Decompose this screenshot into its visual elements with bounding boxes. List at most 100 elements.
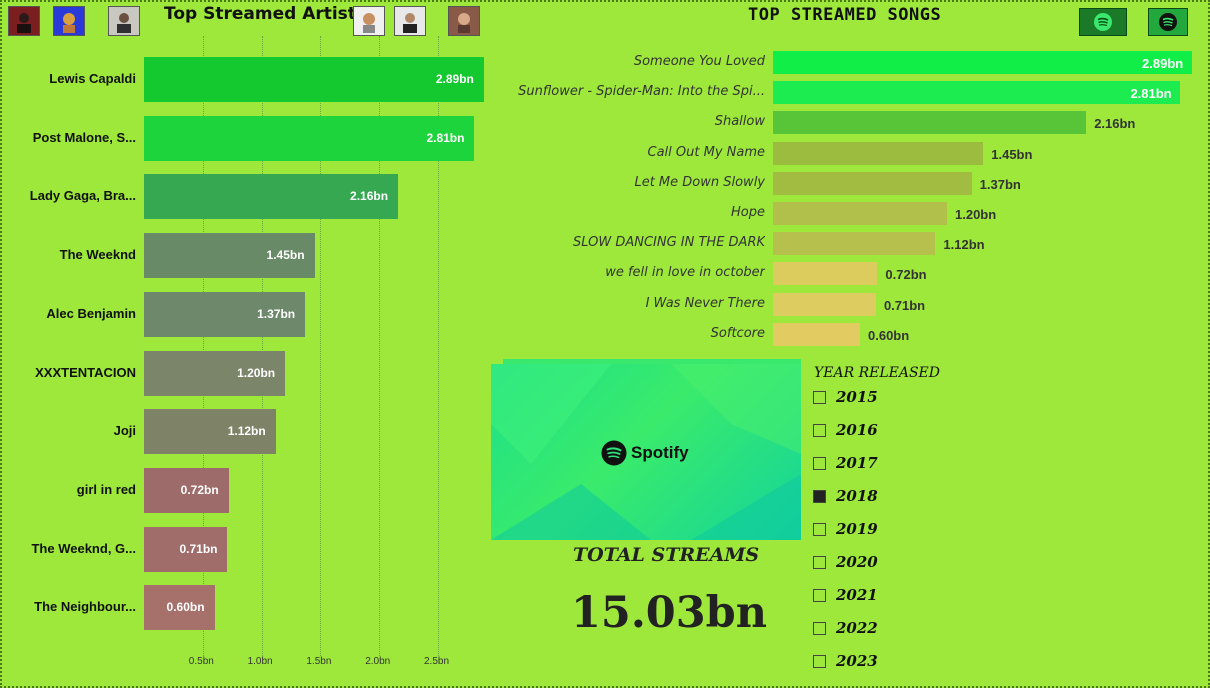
song-value-label: 2.81bn xyxy=(1130,86,1172,102)
year-filter-title: YEAR RELEASED xyxy=(814,365,940,381)
x-axis-tick: 0.5bn xyxy=(188,656,214,667)
year-label: 2022 xyxy=(836,619,878,637)
year-checkbox[interactable] xyxy=(813,489,826,503)
song-label: Hope xyxy=(731,205,765,220)
artist-value-label: 1.45bn xyxy=(266,248,305,263)
spotify-banner: Spotify xyxy=(491,364,801,540)
artist-label: girl in red xyxy=(76,481,136,497)
artist-value-label: 1.37bn xyxy=(257,306,296,321)
year-option[interactable]: 2019 xyxy=(813,520,878,538)
song-value-label: 1.20bn xyxy=(955,207,997,222)
song-value-label: 0.71bn xyxy=(883,297,926,313)
artist-value-label: 0.60bn xyxy=(166,600,205,615)
song-label: we fell in love in october xyxy=(605,265,765,281)
year-checkbox[interactable] xyxy=(813,390,826,404)
spotify-icon[interactable] xyxy=(1079,8,1127,36)
song-label: I Was Never There xyxy=(645,295,765,311)
total-streams-title: TOTAL STREAMS xyxy=(573,544,760,566)
songs-chart-title: TOP STREAMED SONGS xyxy=(748,5,942,25)
year-option[interactable]: 2018 xyxy=(813,487,878,505)
x-axis-tick: 1.5bn xyxy=(306,656,332,667)
artist-label: Post Malone, S... xyxy=(32,129,136,145)
artist-bar[interactable] xyxy=(144,57,484,102)
artist-photo-icon[interactable] xyxy=(353,6,385,36)
year-option[interactable]: 2015 xyxy=(813,388,878,406)
year-option[interactable]: 2016 xyxy=(813,421,878,439)
artists-chart-title: Top Streamed Artistes xyxy=(164,4,378,24)
year-option[interactable]: 2022 xyxy=(813,619,878,637)
year-checkbox[interactable] xyxy=(813,522,826,536)
x-axis-tick: 2.0bn xyxy=(365,656,391,667)
year-label: 2021 xyxy=(836,586,878,604)
artist-photo-icon[interactable] xyxy=(108,6,140,36)
artist-label: XXXTENTACION xyxy=(35,364,136,380)
song-bar[interactable] xyxy=(773,292,876,316)
artist-value-label: 1.12bn xyxy=(227,424,266,439)
year-checkbox[interactable] xyxy=(813,621,826,635)
song-bar[interactable] xyxy=(773,322,860,346)
year-label: 2017 xyxy=(836,454,878,472)
artist-label: The Neighbour... xyxy=(34,599,136,615)
song-label: Let Me Down Slowly xyxy=(634,174,765,190)
song-bar[interactable] xyxy=(773,262,878,286)
song-bar[interactable] xyxy=(773,232,936,256)
total-streams-value: 15.03bn xyxy=(571,588,767,638)
year-label: 2015 xyxy=(836,388,878,406)
song-bar[interactable] xyxy=(773,111,1087,135)
year-checkbox[interactable] xyxy=(813,588,826,602)
spotify-logo-text: Spotify xyxy=(631,443,689,462)
song-value-label: 2.89bn xyxy=(1142,56,1184,71)
year-option[interactable]: 2020 xyxy=(813,553,878,571)
year-option[interactable]: 2017 xyxy=(813,454,878,472)
artist-value-label: 0.71bn xyxy=(179,541,218,556)
year-label: 2020 xyxy=(836,553,878,571)
artist-bar[interactable] xyxy=(144,115,475,161)
song-bar[interactable] xyxy=(773,81,1181,105)
song-bar[interactable] xyxy=(773,171,972,195)
artist-photo-icon[interactable] xyxy=(448,6,480,36)
song-label: Softcore xyxy=(710,325,765,341)
year-checkbox[interactable] xyxy=(813,423,826,437)
artist-value-label: 2.16bn xyxy=(350,189,389,204)
year-checkbox[interactable] xyxy=(813,654,826,668)
year-label: 2023 xyxy=(836,652,878,670)
artist-label: The Weeknd, G... xyxy=(31,540,136,556)
song-bar[interactable] xyxy=(773,51,1193,74)
artist-label: Joji xyxy=(113,423,136,439)
song-value-label: 1.12bn xyxy=(943,237,985,253)
artist-label: Alec Benjamin xyxy=(46,305,136,321)
spotify-logo: Spotify xyxy=(601,440,689,466)
spotify-icon[interactable] xyxy=(1148,8,1188,36)
song-label: Sunflower - Spider-Man: Into the Spi... xyxy=(518,84,765,100)
artist-label: Lady Gaga, Bra... xyxy=(29,188,136,204)
artist-value-label: 1.20bn xyxy=(237,365,276,380)
song-label: SLOW DANCING IN THE DARK xyxy=(573,235,765,251)
year-label: 2016 xyxy=(836,421,878,439)
artist-photo-icon[interactable] xyxy=(53,6,85,36)
year-option[interactable]: 2021 xyxy=(813,586,878,604)
song-label: Call Out My Name xyxy=(647,144,766,160)
year-checkbox[interactable] xyxy=(813,555,826,569)
artist-photo-icon[interactable] xyxy=(8,6,40,36)
artist-label: The Weeknd xyxy=(59,247,136,263)
song-label: Someone You Loved xyxy=(633,54,765,69)
song-bar[interactable] xyxy=(773,141,984,165)
year-label: 2018 xyxy=(836,487,878,505)
song-bar[interactable] xyxy=(773,202,947,225)
song-value-label: 0.60bn xyxy=(868,327,910,343)
artist-label: Lewis Capaldi xyxy=(49,71,136,86)
x-axis-tick: 2.5bn xyxy=(424,656,450,667)
artist-photo-icon[interactable] xyxy=(394,6,426,36)
artist-value-label: 0.72bn xyxy=(180,482,219,497)
year-checkbox[interactable] xyxy=(813,456,826,470)
year-option[interactable]: 2023 xyxy=(813,652,878,670)
x-axis-tick: 1.0bn xyxy=(247,656,273,667)
song-value-label: 2.16bn xyxy=(1094,116,1136,132)
song-label: Shallow xyxy=(714,114,765,130)
spotify-icon xyxy=(601,440,627,466)
year-label: 2019 xyxy=(836,520,878,538)
song-value-label: 1.37bn xyxy=(979,176,1021,192)
song-value-label: 0.72bn xyxy=(885,267,927,283)
song-value-label: 1.45bn xyxy=(991,146,1033,162)
artist-value-label: 2.81bn xyxy=(426,130,465,145)
